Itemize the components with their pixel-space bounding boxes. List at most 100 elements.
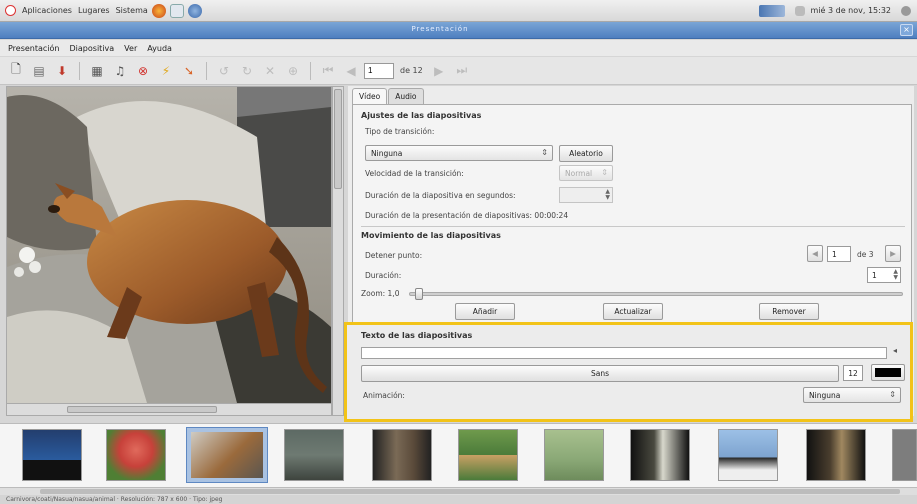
slide-thumbnail[interactable] — [284, 429, 344, 481]
page-number-input[interactable] — [364, 62, 394, 79]
transition-speed-select[interactable]: Normal ⇕ — [559, 165, 613, 181]
panel-menu-applications[interactable]: Aplicaciones — [22, 6, 72, 15]
tab-video[interactable]: Vídeo — [352, 88, 388, 104]
close-icon[interactable]: × — [900, 24, 913, 36]
scrollbar-thumb[interactable] — [334, 89, 342, 189]
panel-menu-places[interactable]: Lugares — [78, 6, 110, 15]
scrollbar-thumb[interactable] — [40, 489, 900, 494]
animation-value: Ninguna — [809, 391, 841, 400]
motion-duration-value: 1 — [872, 271, 877, 280]
zoom-slider[interactable] — [409, 292, 903, 296]
volume-icon[interactable] — [794, 5, 805, 16]
menu-help[interactable]: Ayuda — [147, 44, 172, 53]
preview-horizontal-scrollbar[interactable] — [6, 403, 332, 416]
user-icon[interactable] — [901, 5, 911, 16]
firefox-icon[interactable] — [151, 3, 166, 18]
import-images-icon[interactable]: ▦ — [87, 61, 107, 81]
slide-thumbnail[interactable] — [892, 429, 917, 481]
slide-thumbnail-selected[interactable] — [186, 427, 268, 483]
spin-arrows-icon: ⇕ — [541, 148, 548, 157]
spin-arrows-icon: ▲ ▼ — [605, 188, 610, 201]
zoom-slider-handle[interactable] — [415, 288, 423, 300]
thumbnail-image — [545, 430, 603, 480]
prev-stop-point-icon[interactable]: ◀ — [807, 245, 823, 262]
next-stop-point-icon[interactable]: ▶ — [885, 245, 901, 262]
slide-thumbnail[interactable] — [630, 429, 690, 481]
slide-thumbnail[interactable] — [458, 429, 518, 481]
slide-preview-image[interactable] — [6, 86, 332, 416]
slide-text-input[interactable] — [361, 347, 887, 359]
slide-thumbnail[interactable] — [22, 429, 82, 481]
font-color-button[interactable] — [871, 364, 905, 381]
delete-icon[interactable]: ✕ — [260, 61, 280, 81]
help-icon[interactable] — [187, 3, 202, 18]
panel-clock[interactable]: mié 3 de nov, 15:32 — [811, 6, 892, 15]
font-size-value[interactable]: 12 — [843, 365, 863, 381]
foot-icon[interactable] — [5, 5, 16, 16]
motion-duration-spin[interactable]: 1 ▲ ▼ — [867, 267, 901, 283]
thumbnail-image — [459, 430, 517, 480]
menu-slide[interactable]: Diapositiva — [70, 44, 115, 53]
slide-thumbnail[interactable] — [718, 429, 778, 481]
transition-speed-label: Velocidad de la transición: — [365, 169, 464, 178]
window-titlebar[interactable]: Presentación × — [0, 22, 917, 39]
slide-duration-label: Duración de la diapositiva en segundos: — [365, 191, 516, 200]
thumbnail-image — [191, 432, 263, 478]
thumbnail-scrollbar[interactable] — [0, 487, 917, 495]
stop-point-input[interactable]: 1 — [827, 246, 851, 262]
slide-thumbnail[interactable] — [372, 429, 432, 481]
spin-arrows-icon: ▲ ▼ — [893, 268, 898, 281]
slide-duration-spin[interactable]: ▲ ▼ — [559, 187, 613, 203]
slide-settings-title: Ajustes de las diapositivas — [361, 111, 482, 120]
slide-thumbnail[interactable] — [806, 429, 866, 481]
last-slide-icon[interactable]: ⏭ — [452, 61, 472, 81]
transition-type-value: Ninguna — [371, 149, 403, 158]
rotate-left-icon[interactable]: ↺ — [214, 61, 234, 81]
remove-button[interactable]: Remover — [759, 303, 819, 320]
font-button[interactable]: Sans — [361, 365, 839, 382]
thumbnail-image — [107, 430, 165, 480]
menu-presentation[interactable]: Presentación — [8, 44, 60, 53]
scrollbar-thumb[interactable] — [67, 406, 217, 413]
section-divider — [361, 226, 905, 227]
open-icon[interactable]: ▤ — [29, 61, 49, 81]
panel-menu-system[interactable]: Sistema — [116, 6, 148, 15]
save-icon[interactable]: ⬇ — [52, 61, 72, 81]
tab-audio[interactable]: Audio — [388, 88, 424, 104]
thumbnail-image — [719, 430, 777, 480]
properties-icon[interactable]: ⊗ — [133, 61, 153, 81]
stop-point-label: Detener punto: — [365, 251, 423, 260]
new-icon[interactable]: 🗋 — [6, 61, 26, 81]
first-slide-icon[interactable]: ⏮ — [318, 61, 338, 81]
zoom-icon[interactable]: ⊕ — [283, 61, 303, 81]
thumbnail-image — [285, 430, 343, 480]
window-title: Presentación — [411, 25, 469, 33]
random-button[interactable]: Aleatorio — [559, 145, 613, 162]
export-icon[interactable]: ➘ — [179, 61, 199, 81]
menubar: Presentación Diapositiva Ver Ayuda — [0, 40, 917, 56]
slide-thumbnail[interactable] — [544, 429, 604, 481]
prev-slide-icon[interactable]: ◀ — [341, 61, 361, 81]
thumbnail-image — [373, 430, 431, 480]
import-audio-icon[interactable]: ♫ — [110, 61, 130, 81]
transition-type-select[interactable]: Ninguna ⇕ — [365, 145, 553, 161]
animation-label: Animación: — [363, 391, 405, 400]
toolbar: 🗋 ▤ ⬇ ▦ ♫ ⊗ ⚡ ➘ ↺ ↻ ✕ ⊕ ⏮ ◀ de 12 ▶ ⏭ — [0, 57, 917, 85]
menu-view[interactable]: Ver — [124, 44, 137, 53]
animation-select[interactable]: Ninguna ⇕ — [803, 387, 901, 403]
mail-icon[interactable] — [169, 3, 184, 18]
thumbnail-image — [807, 430, 865, 480]
thumbnail-image — [631, 430, 689, 480]
slide-thumbnail[interactable] — [106, 429, 166, 481]
motion-duration-label: Duración: — [365, 271, 402, 280]
text-menu-icon[interactable]: ◂ — [893, 346, 897, 355]
network-icon[interactable] — [758, 4, 785, 17]
update-button[interactable]: Actualizar — [603, 303, 663, 320]
preview-icon[interactable]: ⚡ — [156, 61, 176, 81]
presentation-duration: Duración de la presentación de diapositi… — [365, 211, 569, 220]
preview-vertical-scrollbar[interactable] — [332, 86, 344, 416]
next-slide-icon[interactable]: ▶ — [429, 61, 449, 81]
transition-speed-value: Normal — [565, 169, 593, 178]
rotate-right-icon[interactable]: ↻ — [237, 61, 257, 81]
add-button[interactable]: Añadir — [455, 303, 515, 320]
